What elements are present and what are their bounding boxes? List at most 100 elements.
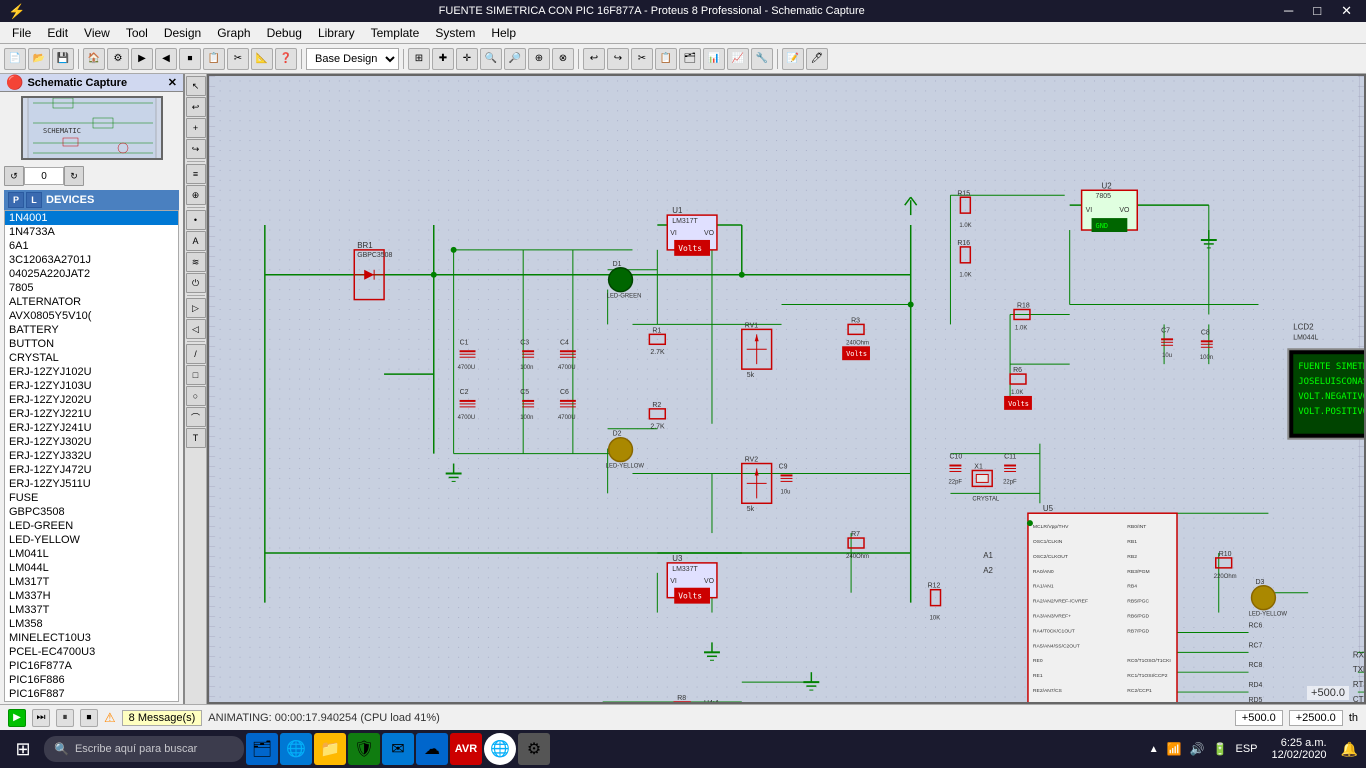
device-item-alternator[interactable]: ALTERNATOR bbox=[5, 295, 178, 309]
tool-component[interactable]: + bbox=[186, 118, 206, 138]
device-item-3c1[interactable]: 3C12063A2701J bbox=[5, 253, 178, 267]
tool-junction[interactable]: • bbox=[186, 210, 206, 230]
tool-select[interactable]: ↖ bbox=[186, 76, 206, 96]
device-item-erj202[interactable]: ERJ-12ZYJ202U bbox=[5, 393, 178, 407]
device-item-lm044l[interactable]: LM044L bbox=[5, 561, 178, 575]
device-item-6a1[interactable]: 6A1 bbox=[5, 239, 178, 253]
device-item-button[interactable]: BUTTON bbox=[5, 337, 178, 351]
menu-tool[interactable]: Tool bbox=[118, 24, 156, 42]
systray-volume[interactable]: 🔊 bbox=[1190, 742, 1205, 756]
notifications-button[interactable]: 🔔 bbox=[1337, 741, 1362, 758]
taskbar-app-explorer[interactable]: 🗂 bbox=[246, 733, 278, 765]
tb-b7[interactable]: 🗂 bbox=[679, 48, 701, 70]
device-item-pic16f877a[interactable]: PIC16F877A bbox=[5, 659, 178, 673]
tb-btn5[interactable]: ⏹ bbox=[179, 48, 201, 70]
grid-button[interactable]: ⊞ bbox=[408, 48, 430, 70]
device-item-crystal[interactable]: CRYSTAL bbox=[5, 351, 178, 365]
taskbar-app-chrome[interactable]: 🌐 bbox=[484, 733, 516, 765]
device-item-erj102[interactable]: ERJ-12ZYJ102U bbox=[5, 365, 178, 379]
device-item-pic16f886[interactable]: PIC16F886 bbox=[5, 673, 178, 687]
device-item-pic16f887[interactable]: PIC16F887 bbox=[5, 687, 178, 701]
tool-box[interactable]: □ bbox=[186, 365, 206, 385]
tb-b10[interactable]: 🔧 bbox=[751, 48, 773, 70]
device-item-lm041l[interactable]: LM041L bbox=[5, 547, 178, 561]
menu-system[interactable]: System bbox=[427, 24, 483, 42]
taskbar-app-security[interactable]: 🛡 bbox=[348, 733, 380, 765]
tb-plus[interactable]: ✚ bbox=[432, 48, 454, 70]
device-item-erj241[interactable]: ERJ-12ZYJ241U bbox=[5, 421, 178, 435]
menu-graph[interactable]: Graph bbox=[209, 24, 258, 42]
taskbar-app-avr[interactable]: AVR bbox=[450, 733, 482, 765]
tool-bus[interactable]: ≋ bbox=[186, 252, 206, 272]
taskbar-app-onedrive[interactable]: ☁ bbox=[416, 733, 448, 765]
tb-b6[interactable]: 📋 bbox=[655, 48, 677, 70]
tool-arrow-right[interactable]: ▷ bbox=[186, 298, 206, 318]
device-item-04025[interactable]: 04025A220JAT2 bbox=[5, 267, 178, 281]
tb-b4[interactable]: ↪ bbox=[607, 48, 629, 70]
devices-list[interactable]: 1N4001 1N4733A 6A1 3C12063A2701J 04025A2… bbox=[4, 210, 179, 702]
tool-power[interactable]: ⏻ bbox=[186, 273, 206, 293]
sc-close[interactable]: ✕ bbox=[168, 76, 177, 89]
play-button[interactable]: ▶ bbox=[8, 709, 26, 727]
rotate-left[interactable]: ↺ bbox=[4, 166, 24, 186]
device-item-lm317t[interactable]: LM317T bbox=[5, 575, 178, 589]
tb-cross[interactable]: ✛ bbox=[456, 48, 478, 70]
zoom-out[interactable]: 🔎 bbox=[504, 48, 526, 70]
systray-network[interactable]: 📶 bbox=[1167, 742, 1182, 756]
tb-btn4[interactable]: ◀ bbox=[155, 48, 177, 70]
menu-file[interactable]: File bbox=[4, 24, 39, 42]
save-button[interactable]: 💾 bbox=[52, 48, 74, 70]
device-item-pcel[interactable]: PCEL-EC4700U3 bbox=[5, 645, 178, 659]
taskbar-app-misc[interactable]: ⚙ bbox=[518, 733, 550, 765]
tool-wire[interactable]: ≡ bbox=[186, 164, 206, 184]
device-item-erj472[interactable]: ERJ-12ZYJ472U bbox=[5, 463, 178, 477]
taskbar-app-mail[interactable]: ✉ bbox=[382, 733, 414, 765]
tool-arrow-left[interactable]: ◁ bbox=[186, 319, 206, 339]
angle-input[interactable]: 0 bbox=[24, 167, 64, 185]
device-item-fuse[interactable]: FUSE bbox=[5, 491, 178, 505]
device-item-erj332[interactable]: ERJ-12ZYJ332U bbox=[5, 449, 178, 463]
device-item-ledgreen[interactable]: LED-GREEN bbox=[5, 519, 178, 533]
tb-b5[interactable]: ✂ bbox=[631, 48, 653, 70]
device-item-ledyellow[interactable]: LED-YELLOW bbox=[5, 533, 178, 547]
taskbar-app-edge[interactable]: 🌐 bbox=[280, 733, 312, 765]
design-dropdown[interactable]: Base Design bbox=[306, 48, 399, 70]
device-item-1n4001[interactable]: 1N4001 bbox=[5, 211, 178, 225]
print-button[interactable]: 🏠 bbox=[83, 48, 105, 70]
device-item-battery[interactable]: BATTERY bbox=[5, 323, 178, 337]
minimize-button[interactable]: ─ bbox=[1278, 3, 1299, 19]
mode-l-button[interactable]: L bbox=[26, 192, 42, 208]
tool-undo[interactable]: ↩ bbox=[186, 97, 206, 117]
tb-b8[interactable]: 📊 bbox=[703, 48, 725, 70]
canvas-area[interactable]: BR1 GBPC3508 U1 LM317T VI VO ADJ Volts bbox=[207, 74, 1366, 704]
device-item-erj103[interactable]: ERJ-12ZYJ103U bbox=[5, 379, 178, 393]
device-item-1n4733a[interactable]: 1N4733A bbox=[5, 225, 178, 239]
clock[interactable]: 6:25 a.m. 12/02/2020 bbox=[1264, 737, 1335, 761]
tb-btn7[interactable]: ✂ bbox=[227, 48, 249, 70]
device-item-lm337t[interactable]: LM337T bbox=[5, 603, 178, 617]
tool-arc[interactable]: ⌒ bbox=[186, 407, 206, 427]
tool-navigate[interactable]: ⊕ bbox=[186, 185, 206, 205]
tb-btn9[interactable]: ❓ bbox=[275, 48, 297, 70]
taskbar-app-files[interactable]: 📁 bbox=[314, 733, 346, 765]
device-item-lm337h[interactable]: LM337H bbox=[5, 589, 178, 603]
mode-p-button[interactable]: P bbox=[8, 192, 24, 208]
tb-b1[interactable]: ⊕ bbox=[528, 48, 550, 70]
tool-line[interactable]: / bbox=[186, 344, 206, 364]
device-item-minelect[interactable]: MINELECT10U3 bbox=[5, 631, 178, 645]
tb-b2[interactable]: ⊗ bbox=[552, 48, 574, 70]
menu-view[interactable]: View bbox=[76, 24, 118, 42]
menu-design[interactable]: Design bbox=[156, 24, 209, 42]
tb-btn2[interactable]: ⚙ bbox=[107, 48, 129, 70]
menu-debug[interactable]: Debug bbox=[259, 24, 310, 42]
device-item-lm358[interactable]: LM358 bbox=[5, 617, 178, 631]
start-button[interactable]: ⊞ bbox=[4, 733, 42, 765]
tb-btn3[interactable]: ▶ bbox=[131, 48, 153, 70]
maximize-button[interactable]: □ bbox=[1307, 3, 1327, 19]
device-item-gbpc[interactable]: GBPC3508 bbox=[5, 505, 178, 519]
pause-button[interactable]: ⏸ bbox=[56, 709, 74, 727]
tb-b11[interactable]: 📝 bbox=[782, 48, 804, 70]
tb-btn6[interactable]: 📋 bbox=[203, 48, 225, 70]
tb-b9[interactable]: 📈 bbox=[727, 48, 749, 70]
tool-text[interactable]: T bbox=[186, 428, 206, 448]
